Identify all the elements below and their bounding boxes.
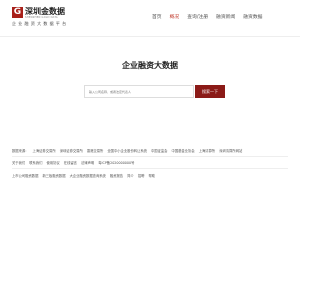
header: G 深圳金数据 SHENZHEN GOLD DATA 企 业 融 资 大 数 据… xyxy=(0,0,300,36)
footer-related-row: 上市公司融资数据 新三板融资数据 大企业融资数据查询系统 融资报告 简介 招聘 … xyxy=(12,173,158,178)
logo-mark-icon: G xyxy=(12,7,23,18)
search-input[interactable] xyxy=(84,85,194,98)
footer-link-about[interactable]: 关于我们 xyxy=(12,161,25,165)
search-button[interactable]: 搜索一下 xyxy=(195,85,225,98)
footer-link-listed[interactable]: 上市公司融资数据 xyxy=(12,174,38,178)
brand-name: 深圳金数据 xyxy=(25,7,65,16)
footer-link-jobs[interactable]: 招聘 xyxy=(138,174,145,178)
footer-link-terms[interactable]: 使用协议 xyxy=(47,161,60,165)
header-divider xyxy=(0,36,300,37)
footer-divider xyxy=(12,156,288,157)
footer-sources-row: 数据来源： 上海证券交易所 深圳证券交易所 香港交易所 全国中小企业股份转让系统… xyxy=(12,148,245,153)
footer-link-hkex[interactable]: 香港交易所 xyxy=(87,149,103,153)
footer-icp: 粤ICP备2020000000号 xyxy=(98,161,135,165)
footer-link-message[interactable]: 在线留言 xyxy=(64,161,77,165)
nav-item-query[interactable]: 查询/注册 xyxy=(187,13,208,20)
footer-link-neeq-data[interactable]: 新三板融资数据 xyxy=(42,174,65,178)
footer-divider xyxy=(12,168,288,169)
footer-link-szse[interactable]: 深圳证券交易所 xyxy=(60,149,83,153)
footer-link-contact[interactable]: 联系我们 xyxy=(29,161,42,165)
nav-item-overview[interactable]: 概况 xyxy=(170,13,180,20)
footer-link-shclearing[interactable]: 上海清算所 xyxy=(199,149,215,153)
footer-link-amac[interactable]: 中国基金业协会 xyxy=(172,149,195,153)
main-nav: 首页 概况 查询/注册 融资新闻 融资数据 xyxy=(152,13,262,20)
brand-sub: SHENZHEN GOLD DATA xyxy=(25,16,58,19)
page-title: 企业融资大数据 xyxy=(122,61,178,70)
footer-link-neeq[interactable]: 全国中小企业股份转让系统 xyxy=(107,149,147,153)
footer-link-legal[interactable]: 法律声明 xyxy=(81,161,94,165)
brand-slogan: 企 业 融 资 大 数 据 平 台 xyxy=(12,21,67,26)
footer-link-szclearing[interactable]: 深圳清算所网站 xyxy=(219,149,242,153)
footer-link-report[interactable]: 融资报告 xyxy=(110,174,123,178)
footer-link-help[interactable]: 帮助 xyxy=(148,174,155,178)
nav-item-home[interactable]: 首页 xyxy=(152,13,162,20)
footer-link-sse[interactable]: 上海证券交易所 xyxy=(33,149,56,153)
nav-item-news[interactable]: 融资新闻 xyxy=(216,13,235,20)
logo[interactable]: G 深圳金数据 SHENZHEN GOLD DATA 企 业 融 资 大 数 据… xyxy=(12,7,82,31)
footer-about-row: 关于我们 联系我们 使用协议 在线留言 法律声明 粤ICP备2020000000… xyxy=(12,160,137,165)
footer-link-enterprise[interactable]: 大企业融资数据查询系统 xyxy=(70,174,106,178)
footer-link-csrc[interactable]: 中国证监会 xyxy=(151,149,167,153)
footer-sources-label: 数据来源： xyxy=(12,149,29,153)
nav-item-data[interactable]: 融资数据 xyxy=(243,13,262,20)
footer-link-intro[interactable]: 简介 xyxy=(127,174,134,178)
